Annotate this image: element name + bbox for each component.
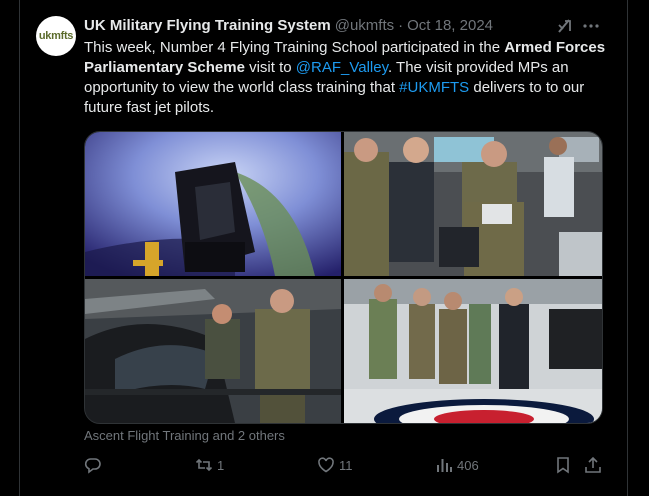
tweet-header: UK Military Flying Training System @ukmf… xyxy=(84,15,493,35)
media-grid xyxy=(84,131,603,424)
share-button[interactable] xyxy=(584,452,602,478)
handle[interactable]: @ukmfts xyxy=(335,17,394,34)
views-icon xyxy=(437,459,452,472)
display-name[interactable]: UK Military Flying Training System xyxy=(84,17,331,34)
left-gutter xyxy=(0,0,19,496)
tweet-text: This week, Number 4 Flying Training Scho… xyxy=(84,38,609,118)
photo-hangar-handshake[interactable] xyxy=(344,279,602,423)
more-icon[interactable] xyxy=(582,17,600,35)
tagged-users[interactable]: Ascent Flight Training and 2 others xyxy=(84,428,285,443)
avatar[interactable]: ukmfts xyxy=(36,16,76,56)
avatar-logo: ukmfts xyxy=(38,30,74,42)
reply-button[interactable] xyxy=(84,452,106,478)
bookmark-button[interactable] xyxy=(554,452,572,478)
share-icon xyxy=(585,456,601,473)
views-button[interactable]: 406 xyxy=(435,452,479,478)
mention-link[interactable]: @RAF_Valley xyxy=(296,59,388,76)
like-button[interactable]: 11 xyxy=(317,452,353,478)
reply-icon xyxy=(84,458,101,474)
separator-dot: · xyxy=(398,16,404,34)
right-gutter xyxy=(628,0,649,496)
tweet[interactable]: ukmfts UK Military Flying Training Syste… xyxy=(20,0,627,496)
like-count: 11 xyxy=(339,457,353,473)
retweet-icon xyxy=(195,458,213,472)
views-count: 406 xyxy=(457,457,479,473)
retweet-count: 1 xyxy=(217,457,225,473)
bookmark-icon xyxy=(557,457,569,474)
action-bar: 1 11 406 xyxy=(84,452,609,478)
hashtag-link[interactable]: #UKMFTS xyxy=(399,79,469,96)
text-part: visit to xyxy=(244,59,296,76)
photo-cockpit-hangar[interactable] xyxy=(85,279,341,423)
retweet-button[interactable]: 1 xyxy=(195,452,224,478)
text-part: This week, Number 4 Flying Training Scho… xyxy=(84,39,505,56)
timestamp[interactable]: Oct 18, 2024 xyxy=(407,17,493,34)
grok-icon[interactable] xyxy=(556,17,574,35)
photo-simulator-dome[interactable] xyxy=(85,132,341,276)
photo-vr-training-room[interactable] xyxy=(344,132,602,276)
heart-icon xyxy=(318,457,334,473)
